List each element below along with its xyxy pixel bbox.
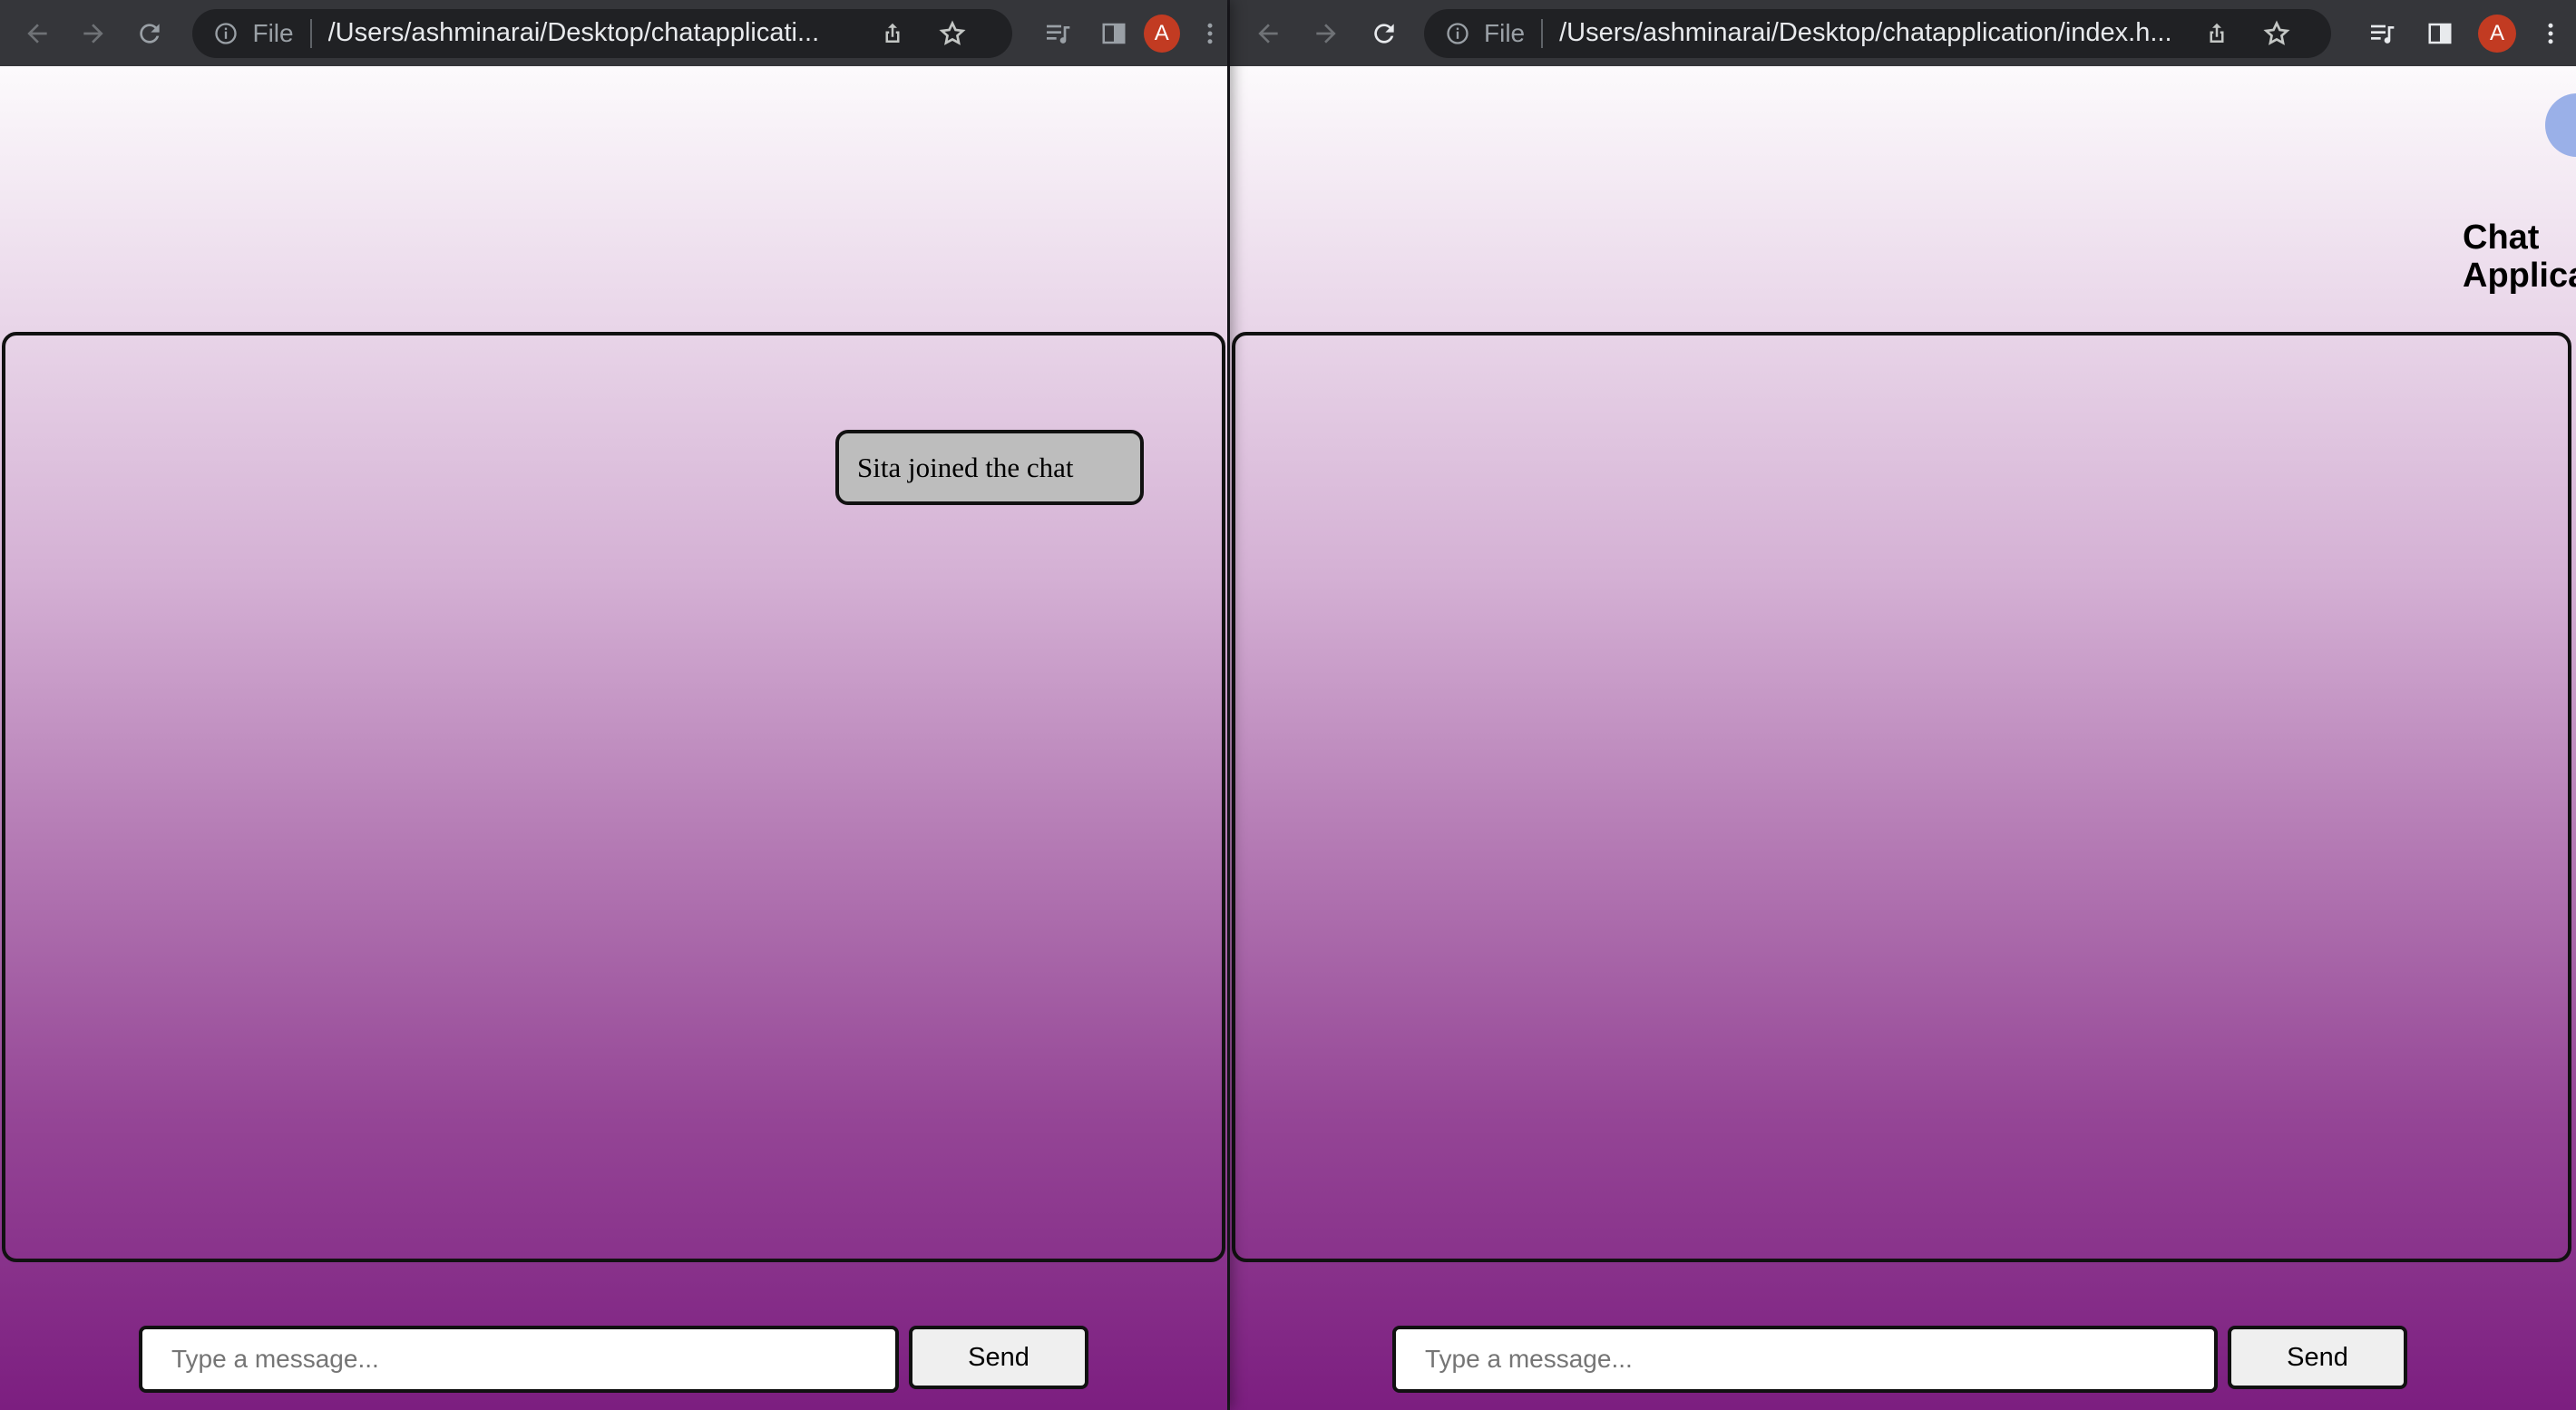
info-icon[interactable] <box>1444 20 1471 47</box>
url-text: /Users/ashminarai/Desktop/chatapplicati.… <box>327 18 820 47</box>
forward-arrow-icon[interactable] <box>1308 15 1344 52</box>
bookmark-star-icon[interactable] <box>934 15 971 52</box>
scheme-label: File <box>252 18 294 47</box>
share-icon[interactable] <box>874 15 911 52</box>
kebab-menu-icon[interactable] <box>2532 15 2569 52</box>
side-panel-icon[interactable] <box>2422 15 2458 52</box>
browser-toolbar: File /Users/ashminarai/Desktop/chatappli… <box>1230 0 2576 66</box>
browser-toolbar: File /Users/ashminarai/Desktop/chatappli… <box>0 0 1227 66</box>
browser-window-left: File /Users/ashminarai/Desktop/chatappli… <box>0 0 1227 1410</box>
bookmark-star-icon[interactable] <box>2259 15 2295 52</box>
address-bar[interactable]: File /Users/ashminarai/Desktop/chatappli… <box>192 8 1013 58</box>
side-panel-icon[interactable] <box>1097 15 1131 52</box>
browser-window-right: File /Users/ashminarai/Desktop/chatappli… <box>1230 0 2576 1410</box>
app-title-line-2: Applica <box>2463 257 2576 295</box>
back-arrow-icon[interactable] <box>1250 15 1286 52</box>
send-button[interactable]: Send <box>2228 1326 2407 1389</box>
desktop: File /Users/ashminarai/Desktop/chatappli… <box>0 0 2576 1410</box>
media-control-icon[interactable] <box>2364 15 2400 52</box>
url-text: /Users/ashminarai/Desktop/chatapplicatio… <box>1559 18 2172 47</box>
chat-page: Sita joined the chat Send <box>0 66 1227 1410</box>
message-input[interactable] <box>139 1326 899 1393</box>
info-icon[interactable] <box>212 20 239 47</box>
omnibox-divider <box>1541 18 1544 48</box>
message-container <box>1232 332 2571 1262</box>
scheme-label: File <box>1484 18 1526 47</box>
system-message-text: Sita joined the chat <box>857 451 1074 483</box>
address-bar[interactable]: File /Users/ashminarai/Desktop/chatappli… <box>1424 8 2331 58</box>
reload-icon[interactable] <box>132 15 167 52</box>
chat-page: Chat Applica Send <box>1230 66 2576 1410</box>
back-arrow-icon[interactable] <box>20 15 54 52</box>
profile-avatar[interactable]: A <box>1143 14 1180 53</box>
share-icon[interactable] <box>2199 15 2235 52</box>
chat-logo-icon <box>2545 93 2576 157</box>
kebab-menu-icon[interactable] <box>1193 15 1227 52</box>
media-control-icon[interactable] <box>1039 15 1074 52</box>
forward-arrow-icon[interactable] <box>76 15 111 52</box>
message-container: Sita joined the chat <box>2 332 1225 1262</box>
app-title: Chat Applica <box>2463 219 2576 295</box>
system-message: Sita joined the chat <box>835 430 1144 505</box>
app-title-line-1: Chat <box>2463 219 2540 257</box>
send-button[interactable]: Send <box>909 1326 1088 1389</box>
profile-avatar[interactable]: A <box>2478 14 2516 53</box>
omnibox-divider <box>309 18 312 48</box>
message-input[interactable] <box>1392 1326 2218 1393</box>
reload-icon[interactable] <box>1366 15 1402 52</box>
